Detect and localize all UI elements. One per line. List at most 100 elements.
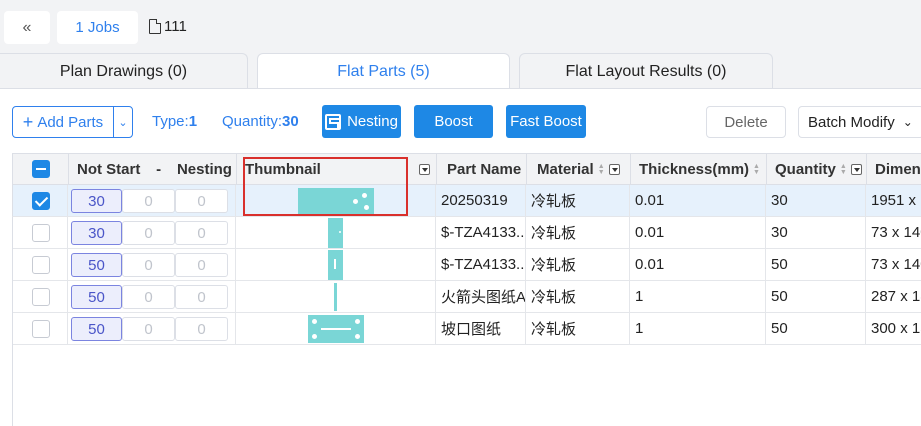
double-chevron-left-icon: « xyxy=(22,18,32,36)
material-cell: 冷轧板 xyxy=(526,313,630,344)
row-checkbox[interactable] xyxy=(32,320,50,338)
header-part-name-label: Part Name xyxy=(447,161,522,178)
nesting-count[interactable]: 0 xyxy=(175,253,228,277)
header-dimension[interactable]: Dimen xyxy=(867,154,921,185)
hole-marker xyxy=(355,334,360,339)
in-progress-count[interactable]: 0 xyxy=(122,317,175,341)
select-cell xyxy=(13,249,68,280)
header-part-name[interactable]: Part Name xyxy=(437,154,527,185)
row-checkbox[interactable] xyxy=(32,256,50,274)
thumbnail-cell[interactable] xyxy=(236,281,436,312)
thickness-cell: 1 xyxy=(630,313,766,344)
material-cell: 冷轧板 xyxy=(526,249,630,280)
not-start-count[interactable]: 30 xyxy=(71,189,122,213)
row-checkbox[interactable] xyxy=(32,224,50,242)
hole-marker xyxy=(339,231,341,233)
filter-icon[interactable] xyxy=(608,164,620,175)
in-progress-count[interactable]: 0 xyxy=(122,221,175,245)
part-thumbnail xyxy=(308,315,364,343)
document-icon xyxy=(149,19,161,34)
jobs-button[interactable]: 1 Jobs xyxy=(57,11,138,44)
filter-icon[interactable] xyxy=(850,164,862,175)
add-parts-button[interactable]: + Add Parts xyxy=(12,106,114,138)
header-nesting: Nesting xyxy=(176,161,232,178)
quantity-cell: 30 xyxy=(766,217,866,248)
document-label: 111 xyxy=(149,18,187,35)
batch-modify-dropdown[interactable]: Batch Modify ⌄ xyxy=(798,106,921,138)
sort-icon[interactable]: ▲ ▼ xyxy=(598,163,605,176)
hole-marker xyxy=(312,334,317,339)
header-thickness-label: Thickness(mm) xyxy=(639,161,750,178)
nesting-count[interactable]: 0 xyxy=(175,189,228,213)
not-start-count[interactable]: 50 xyxy=(71,285,122,309)
status-cell: 30 0 0 xyxy=(68,217,236,248)
row-checkbox[interactable] xyxy=(32,192,50,210)
tab-flat-layout-results[interactable]: Flat Layout Results (0) xyxy=(519,53,773,89)
nesting-label: Nesting xyxy=(347,113,398,130)
add-parts-dropdown-button[interactable]: ⌄ xyxy=(113,106,133,138)
nesting-count[interactable]: 0 xyxy=(175,221,228,245)
thumbnail-cell[interactable] xyxy=(236,249,436,280)
part-thumbnail xyxy=(328,250,343,280)
header-status: Not Start - Nesting xyxy=(69,154,237,185)
header-material[interactable]: Material ▲ ▼ xyxy=(527,154,631,185)
thickness-cell: 0.01 xyxy=(630,217,766,248)
select-cell xyxy=(13,185,68,216)
header-dash: - xyxy=(156,161,162,178)
table-row[interactable]: 30 0 0 20250319 冷轧板 0.01 30 1951 x 6 xyxy=(12,185,921,217)
table-row[interactable]: 50 0 0 坡口图纸 冷轧板 1 50 300 x 15 xyxy=(12,313,921,345)
hole-marker xyxy=(362,193,367,198)
dimension-cell: 73 x 140 xyxy=(871,224,921,241)
type-value: 1 xyxy=(188,113,198,130)
in-progress-count[interactable]: 0 xyxy=(122,285,175,309)
select-cell xyxy=(13,313,68,344)
dimension-cell: 287 x 18 xyxy=(871,288,921,305)
select-cell xyxy=(13,217,68,248)
header-thumbnail[interactable]: Thumbnail xyxy=(237,154,437,185)
hole-marker xyxy=(364,205,369,210)
header-thickness[interactable]: Thickness(mm) ▲ ▼ xyxy=(631,154,767,185)
hole-marker xyxy=(312,319,317,324)
header-quantity[interactable]: Quantity ▲ ▼ xyxy=(767,154,867,185)
in-progress-count[interactable]: 0 xyxy=(122,253,175,277)
sort-icon[interactable]: ▲ ▼ xyxy=(753,163,760,176)
nesting-button[interactable]: Nesting xyxy=(322,105,401,138)
hole-marker xyxy=(353,199,358,204)
part-name-cell: $-TZA4133... xyxy=(436,249,526,280)
nesting-count[interactable]: 0 xyxy=(175,285,228,309)
part-thumbnail xyxy=(334,283,337,311)
quantity-cell: 50 xyxy=(766,249,866,280)
delete-button[interactable]: Delete xyxy=(706,106,786,138)
header-dimension-label: Dimen xyxy=(875,161,921,178)
table-row[interactable]: 30 0 0 $-TZA4133... 冷轧板 0.01 30 73 x 140 xyxy=(12,217,921,249)
thumbnail-cell[interactable] xyxy=(236,217,436,248)
chevron-down-icon: ⌄ xyxy=(118,116,128,129)
table-row[interactable]: 50 0 0 $-TZA4133... 冷轧板 0.01 50 73 x 140 xyxy=(12,249,921,281)
type-stat: Type:1 xyxy=(152,113,197,130)
in-progress-count[interactable]: 0 xyxy=(122,189,175,213)
collapse-back-button[interactable]: « xyxy=(4,11,50,44)
header-select-cell xyxy=(13,154,69,185)
thickness-cell: 0.01 xyxy=(630,185,766,216)
status-cell: 50 0 0 xyxy=(68,313,236,344)
material-cell: 冷轧板 xyxy=(526,281,630,312)
select-all-checkbox[interactable] xyxy=(32,160,50,178)
add-parts-label: Add Parts xyxy=(37,113,104,131)
header-quantity-label: Quantity xyxy=(775,161,836,178)
filter-icon[interactable] xyxy=(419,164,430,175)
not-start-count[interactable]: 30 xyxy=(71,221,122,245)
quantity-cell: 50 xyxy=(766,313,866,344)
thumbnail-cell[interactable] xyxy=(236,185,436,216)
fast-boost-button[interactable]: Fast Boost xyxy=(506,105,586,138)
table-row[interactable]: 50 0 0 火箭头图纸A1 冷轧板 1 50 287 x 18 xyxy=(12,281,921,313)
tab-flat-parts[interactable]: Flat Parts (5) xyxy=(257,53,510,90)
not-start-count[interactable]: 50 xyxy=(71,253,122,277)
nesting-count[interactable]: 0 xyxy=(175,317,228,341)
sort-icon[interactable]: ▲ ▼ xyxy=(840,163,847,176)
thumbnail-cell[interactable] xyxy=(236,313,436,344)
row-checkbox[interactable] xyxy=(32,288,50,306)
not-start-count[interactable]: 50 xyxy=(71,317,122,341)
boost-button[interactable]: Boost xyxy=(414,105,493,138)
material-cell: 冷轧板 xyxy=(526,185,630,216)
tab-plan-drawings[interactable]: Plan Drawings (0) xyxy=(0,53,248,89)
